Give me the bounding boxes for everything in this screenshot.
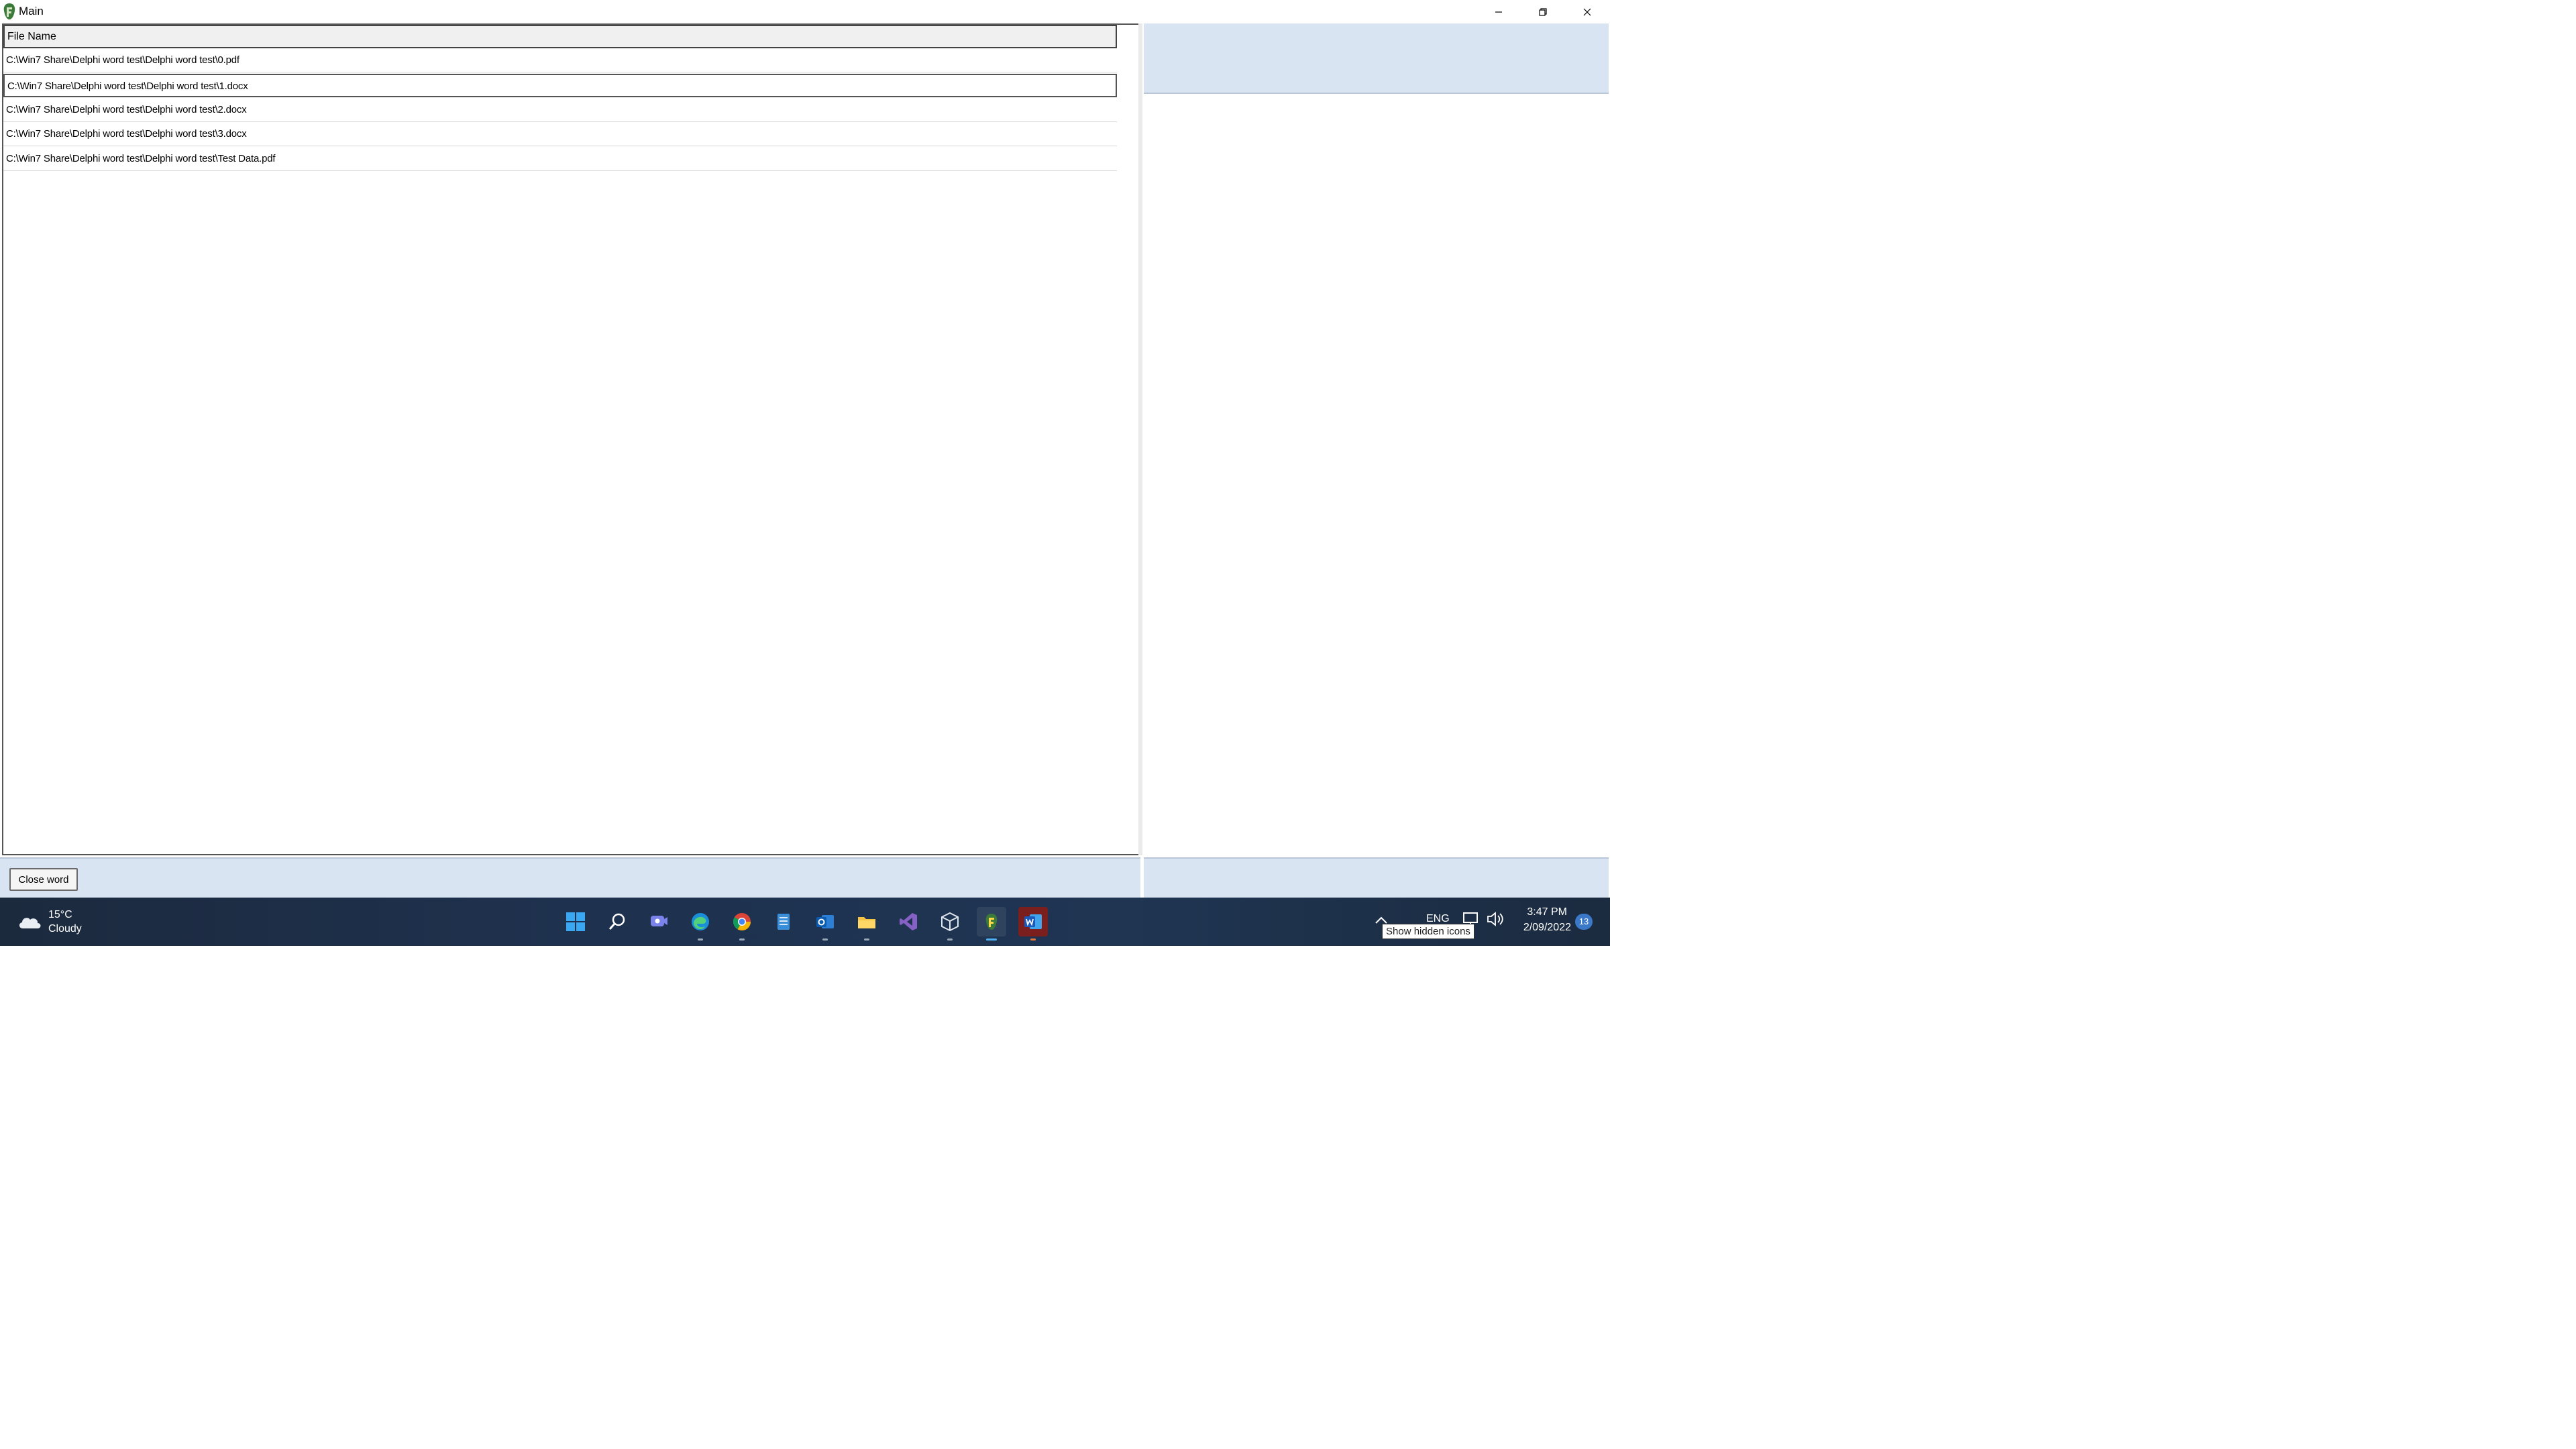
title-bar: Main: [0, 0, 1610, 23]
word-icon[interactable]: [1018, 907, 1048, 941]
minimize-icon: [1495, 11, 1502, 13]
clock-time[interactable]: 3:47 PM: [1513, 906, 1567, 918]
close-word-button[interactable]: Close word: [9, 868, 78, 891]
notepad-icon[interactable]: [769, 907, 798, 936]
file-row[interactable]: C:\Win7 Share\Delphi word test\Delphi wo…: [3, 123, 1117, 146]
bottom-right-panel: [1144, 857, 1609, 898]
weather-description[interactable]: Cloudy: [48, 923, 82, 935]
delphi-icon[interactable]: [977, 907, 1006, 941]
file-row[interactable]: C:\Win7 Share\Delphi word test\Delphi wo…: [3, 99, 1117, 122]
running-indicator: [739, 938, 745, 941]
file-path: C:\Win7 Share\Delphi word test\Delphi wo…: [6, 128, 247, 140]
flashing-indicator: [1030, 938, 1036, 941]
running-indicator: [822, 938, 828, 941]
close-icon: [1583, 8, 1591, 15]
minimize-button[interactable]: [1477, 0, 1521, 23]
file-row[interactable]: C:\Win7 Share\Delphi word test\Delphi wo…: [3, 74, 1117, 97]
window-title: Main: [19, 5, 44, 17]
tooltip: Show hidden icons: [1382, 924, 1474, 939]
column-header-file-name[interactable]: File Name: [3, 25, 1117, 48]
file-path: C:\Win7 Share\Delphi word test\Delphi wo…: [6, 104, 247, 115]
file-list[interactable]: File Name C:\Win7 Share\Delphi word test…: [2, 23, 1140, 855]
running-indicator: [947, 938, 953, 941]
taskbar: 15°C Cloudy: [0, 898, 1610, 946]
start-icon[interactable]: [561, 907, 590, 936]
app-icon: [2, 2, 17, 21]
virtualbox-icon[interactable]: [935, 907, 965, 941]
notification-badge[interactable]: 13: [1575, 914, 1593, 930]
chrome-icon[interactable]: [727, 907, 757, 941]
chat-icon[interactable]: [644, 907, 674, 936]
clock-date[interactable]: 2/09/2022: [1513, 922, 1571, 934]
bottom-toolbar: Close word: [0, 857, 1140, 898]
file-row[interactable]: C:\Win7 Share\Delphi word test\Delphi wo…: [3, 49, 1117, 72]
search-icon[interactable]: [602, 907, 632, 936]
running-indicator: [698, 938, 703, 941]
edge-icon[interactable]: [686, 907, 715, 941]
file-path: C:\Win7 Share\Delphi word test\Delphi wo…: [6, 153, 276, 164]
weather-temperature[interactable]: 15°C: [48, 909, 72, 921]
visual-studio-icon[interactable]: [894, 907, 923, 936]
right-panel-header: [1144, 23, 1609, 94]
restore-button[interactable]: [1521, 0, 1565, 23]
restore-icon: [1539, 7, 1547, 16]
desktop-screen: Main File Name C:\Win7 Share\Delphi word…: [0, 0, 1610, 946]
close-button[interactable]: [1565, 0, 1609, 23]
panel-splitter[interactable]: [1138, 23, 1142, 855]
outlook-icon[interactable]: [810, 907, 840, 941]
active-indicator: [986, 938, 997, 941]
file-explorer-icon[interactable]: [852, 907, 881, 941]
column-header-label: File Name: [7, 31, 56, 42]
cloud-icon[interactable]: [16, 911, 43, 931]
volume-icon[interactable]: [1485, 910, 1505, 928]
file-row[interactable]: C:\Win7 Share\Delphi word test\Delphi wo…: [3, 148, 1117, 171]
file-path: C:\Win7 Share\Delphi word test\Delphi wo…: [7, 80, 248, 92]
right-panel: [1144, 94, 1609, 855]
running-indicator: [864, 938, 869, 941]
file-path: C:\Win7 Share\Delphi word test\Delphi wo…: [6, 54, 239, 66]
